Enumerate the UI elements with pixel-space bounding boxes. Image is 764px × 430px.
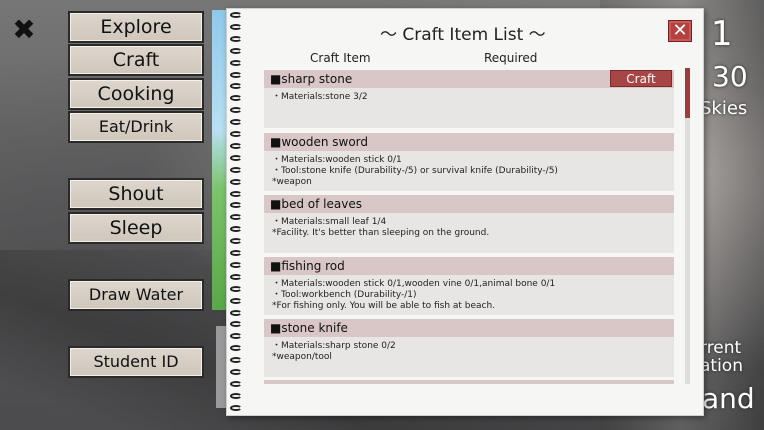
spiral-ring (230, 177, 244, 187)
explore-button[interactable]: Explore (68, 11, 204, 43)
hud-location-1: rrent (700, 338, 742, 358)
spiral-ring (230, 343, 244, 353)
student-id-button[interactable]: Student ID (68, 346, 204, 378)
eat-drink-button[interactable]: Eat/Drink (68, 111, 204, 143)
craft-button[interactable]: Craft (68, 44, 204, 76)
spiral-ring (230, 70, 244, 80)
item-name: ■sharp stone Craft (264, 70, 674, 88)
spiral-ring (230, 46, 244, 56)
item-name-text: ■sharp stone (270, 72, 353, 86)
shout-button[interactable]: Shout (68, 178, 204, 210)
spiral-ring (230, 58, 244, 68)
column-header-craft-item: Craft Item (310, 51, 371, 65)
spiral-ring (230, 260, 244, 270)
item-name: ■bed of leaves (264, 195, 674, 213)
spiral-ring (230, 200, 244, 210)
spiral-ring (230, 189, 244, 199)
spiral-ring (230, 22, 244, 32)
close-dialog-button[interactable]: ✕ (668, 20, 692, 42)
item-detail-line: *weapon/tool (272, 352, 332, 362)
item-name-text: ■wooden sword (270, 135, 369, 149)
spiral-ring (230, 224, 244, 234)
spiral-ring (230, 129, 244, 139)
item-name-text: ■fishing rod (270, 259, 345, 273)
spiral-ring (230, 236, 244, 246)
spiral-ring (230, 403, 244, 413)
draw-water-button[interactable]: Draw Water (68, 279, 204, 311)
notebook-rings (226, 10, 248, 414)
spiral-ring (230, 331, 244, 341)
spiral-ring (230, 81, 244, 91)
craft-item-list[interactable]: ■sharp stone Craft ・Materials:stone 3/2 … (264, 68, 676, 384)
item-name: ■fishing rod (264, 257, 674, 275)
list-item[interactable]: ■bed of leaves ・Materials:small leaf 1/4… (264, 195, 674, 253)
hud-weather: Skies (700, 98, 748, 119)
item-detail-line: ・Materials:wooden stick 0/1 (272, 155, 402, 165)
item-details: ・Materials:wooden stick 0/1 ・Tool:stone … (264, 151, 674, 191)
item-detail-line: ・Materials:sharp stone 0/2 (272, 341, 396, 351)
list-item[interactable]: ■stone knife ・Materials:sharp stone 0/2 … (264, 319, 674, 377)
spiral-ring (230, 319, 244, 329)
item-details: ・Materials:sharp stone 0/2 *weapon/tool (264, 337, 674, 377)
spiral-ring (230, 105, 244, 115)
item-detail-line: *weapon (272, 177, 312, 187)
dialog-title: ～ Craft Item List ～ (380, 25, 546, 45)
item-name: ■wooden sword (264, 133, 674, 151)
item-detail-line: ・Materials:wooden stick 0/1,wooden vine … (272, 279, 556, 289)
item-details: ・Materials:stone 3/2 (264, 88, 674, 128)
spiral-ring (230, 117, 244, 127)
hud-location-2: ation (700, 356, 743, 376)
spiral-ring (230, 284, 244, 294)
list-item[interactable]: ■sharp stone Craft ・Materials:stone 3/2 (264, 70, 674, 128)
list-item-next (264, 380, 674, 384)
spiral-ring (230, 248, 244, 258)
item-name (264, 380, 674, 384)
spiral-ring (230, 34, 244, 44)
craft-action-button[interactable]: Craft (610, 70, 672, 87)
column-header-required: Required (484, 51, 538, 65)
spiral-ring (230, 165, 244, 175)
item-detail-line: ・Materials:stone 3/2 (272, 92, 368, 102)
hud-time: 30 (712, 60, 748, 93)
item-detail-line: ・Materials:small leaf 1/4 (272, 217, 387, 227)
item-name: ■stone knife (264, 319, 674, 337)
cooking-button[interactable]: Cooking (68, 78, 204, 110)
list-item[interactable]: ■wooden sword ・Materials:wooden stick 0/… (264, 133, 674, 191)
item-details: ・Materials:small leaf 1/4 *Facility. It'… (264, 213, 674, 253)
item-name-text: ■stone knife (270, 321, 348, 335)
spiral-ring (230, 10, 244, 20)
item-detail-line: ・Tool:workbench (Durability-/1) (272, 290, 417, 300)
spiral-ring (230, 391, 244, 401)
spiral-ring (230, 355, 244, 365)
item-name-text: ■bed of leaves (270, 197, 362, 211)
hud-location-3: and (702, 382, 755, 415)
scrollbar-thumb[interactable] (685, 68, 690, 118)
close-menu-icon[interactable]: ✖ (10, 16, 38, 44)
spiral-ring (230, 272, 244, 282)
spiral-ring (230, 212, 244, 222)
item-detail-line: *For fishing only. You will be able to f… (272, 301, 496, 311)
spiral-ring (230, 141, 244, 151)
item-detail-line: *Facility. It's better than sleeping on … (272, 228, 490, 238)
spiral-ring (230, 308, 244, 318)
sleep-button[interactable]: Sleep (68, 212, 204, 244)
spiral-ring (230, 379, 244, 389)
item-detail-line: ・Tool:stone knife (Durability-/5) or sur… (272, 166, 558, 176)
item-details: ・Materials:wooden stick 0/1,wooden vine … (264, 275, 674, 315)
list-item[interactable]: ■fishing rod ・Materials:wooden stick 0/1… (264, 257, 674, 315)
spiral-ring (230, 367, 244, 377)
spiral-ring (230, 296, 244, 306)
spiral-ring (230, 153, 244, 163)
spiral-ring (230, 93, 244, 103)
